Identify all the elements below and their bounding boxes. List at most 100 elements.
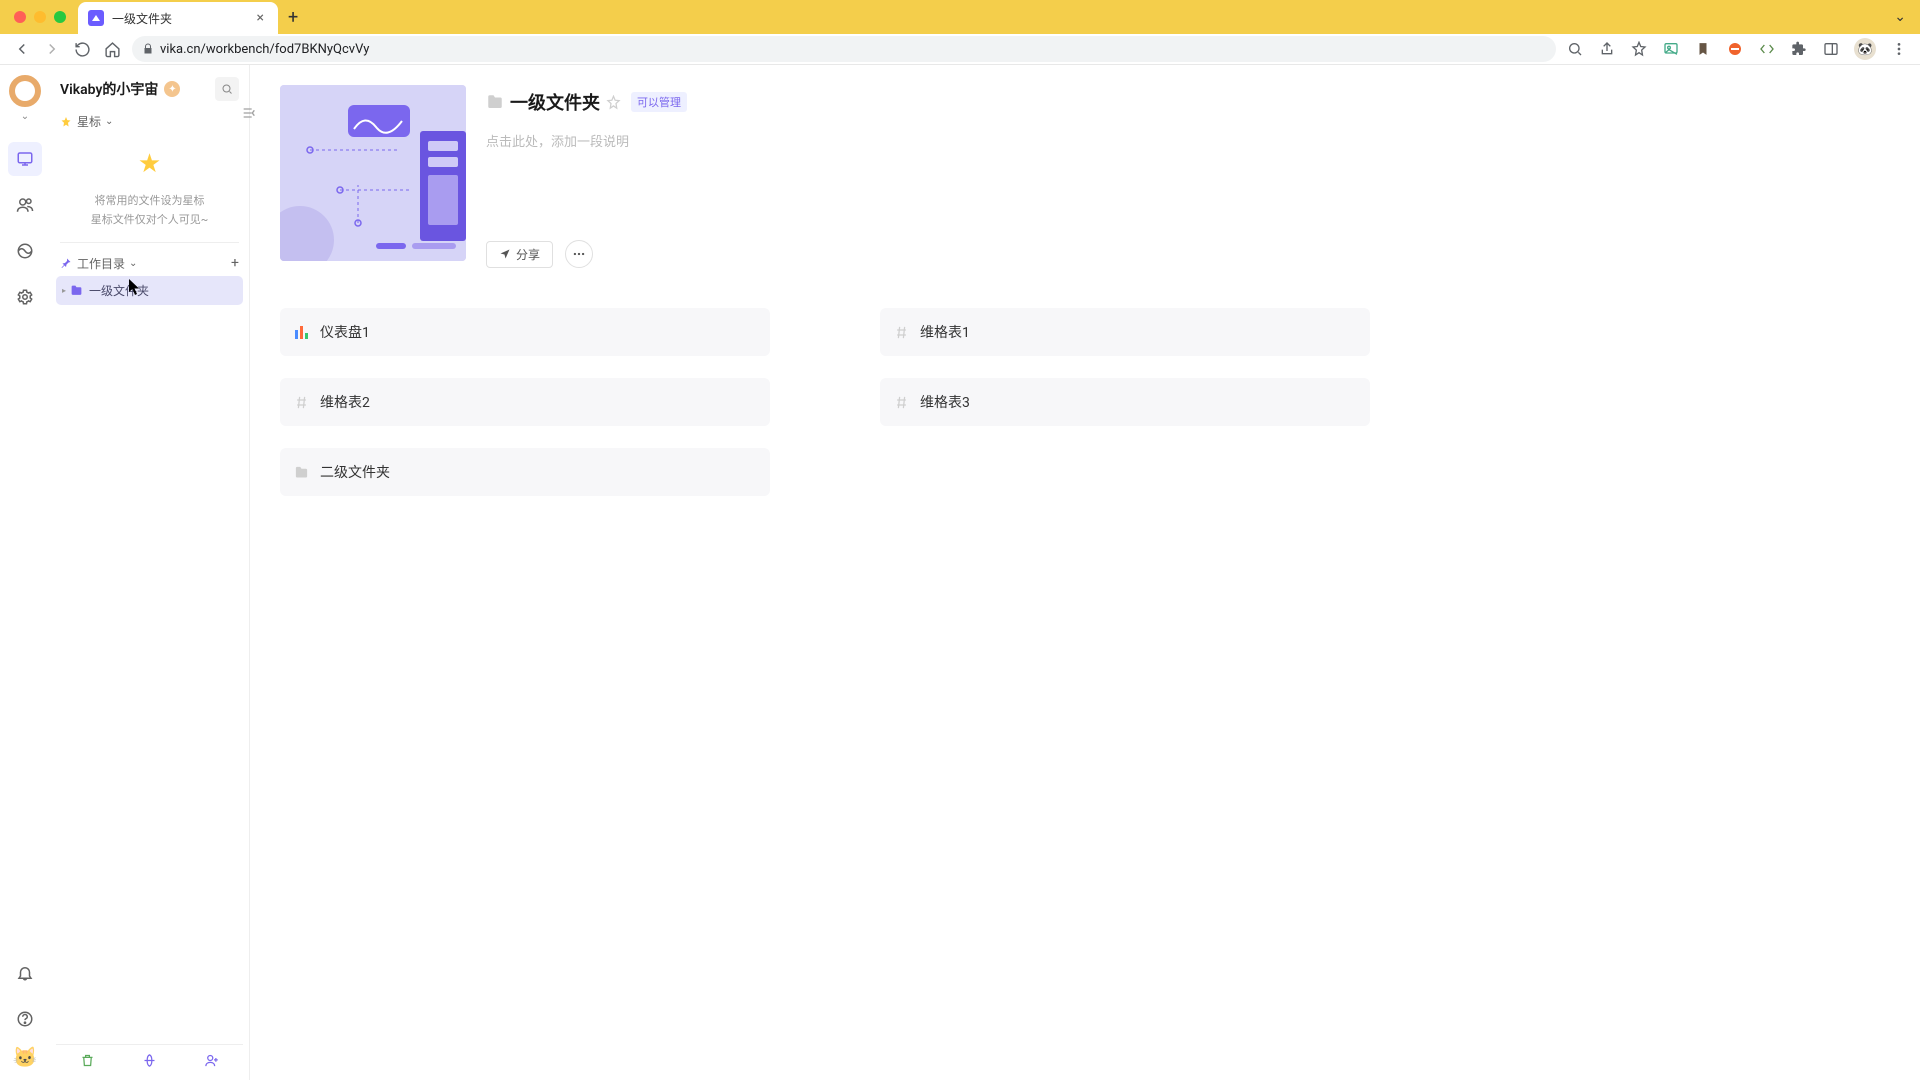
starred-section-toggle[interactable]: 星标 ⌄ bbox=[56, 109, 243, 134]
hash-icon bbox=[894, 395, 910, 410]
starred-empty-line1: 将常用的文件设为星标 bbox=[60, 192, 239, 211]
description-placeholder[interactable]: 点击此处，添加一段说明 bbox=[486, 131, 1890, 150]
share-button[interactable]: 分享 bbox=[486, 241, 553, 268]
folder-meta: 一级文件夹 可以管理 点击此处，添加一段说明 分享 bbox=[486, 85, 1890, 268]
permission-badge: 可以管理 bbox=[631, 92, 687, 112]
sidebar-footer bbox=[56, 1044, 243, 1072]
extension-code-icon[interactable] bbox=[1758, 40, 1776, 58]
workspace-switcher-chevron[interactable]: ⌄ bbox=[21, 111, 29, 122]
caret-icon: ▸ bbox=[62, 286, 66, 295]
card-label: 仪表盘1 bbox=[320, 322, 370, 342]
back-button[interactable] bbox=[12, 39, 32, 59]
main-content: 一级文件夹 可以管理 点击此处，添加一段说明 分享 bbox=[250, 65, 1920, 1080]
workspace-avatar[interactable] bbox=[9, 75, 41, 107]
card-item-datasheet[interactable]: 维格表2 bbox=[280, 378, 770, 426]
card-label: 二级文件夹 bbox=[320, 462, 390, 482]
side-panel-icon[interactable] bbox=[1822, 40, 1840, 58]
card-item-dashboard[interactable]: 仪表盘1 bbox=[280, 308, 770, 356]
tree-item-folder[interactable]: ▸ 一级文件夹 bbox=[56, 276, 243, 305]
invite-button[interactable] bbox=[192, 1053, 232, 1068]
kebab-menu-icon[interactable] bbox=[1890, 40, 1908, 58]
add-node-button[interactable]: + bbox=[231, 255, 239, 271]
workdir-label: 工作目录 bbox=[77, 255, 125, 272]
workspace-badge-icon: ✦ bbox=[164, 81, 180, 97]
chevron-down-icon: ⌄ bbox=[105, 116, 113, 127]
lock-icon bbox=[142, 43, 154, 55]
card-label: 维格表2 bbox=[320, 392, 370, 412]
rail-contacts[interactable] bbox=[8, 188, 42, 222]
rail-workbench[interactable] bbox=[8, 142, 42, 176]
page-title[interactable]: 一级文件夹 bbox=[510, 89, 600, 115]
nav-rail: ⌄ 🐱 bbox=[0, 65, 50, 1080]
rail-notifications[interactable] bbox=[8, 956, 42, 990]
bookmark-star-icon[interactable] bbox=[1630, 40, 1648, 58]
toolbar-icons: 🐼 bbox=[1566, 38, 1908, 60]
sidebar: Vikaby的小宇宙 ✦ 星标 ⌄ ★ 将常用的文件设为星标 星标文件仅对个人可… bbox=[50, 65, 250, 1080]
folder-icon bbox=[486, 93, 504, 111]
chevron-down-icon: ⌄ bbox=[129, 258, 137, 269]
share-browser-icon[interactable] bbox=[1598, 40, 1616, 58]
reload-button[interactable] bbox=[72, 39, 92, 59]
tab-strip: 一级文件夹 × + ⌄ bbox=[0, 0, 1920, 34]
sidebar-search-button[interactable] bbox=[215, 77, 239, 101]
card-label: 维格表1 bbox=[920, 322, 970, 342]
folder-header: 一级文件夹 可以管理 点击此处，添加一段说明 分享 bbox=[280, 85, 1890, 268]
sidebar-collapse-button[interactable] bbox=[239, 103, 259, 123]
url-text: vika.cn/workbench/fod7BKNyQcvVy bbox=[160, 42, 369, 57]
rail-mascot-icon: 🐱 bbox=[10, 1042, 40, 1072]
minimize-window-button[interactable] bbox=[34, 11, 46, 23]
folder-cover[interactable] bbox=[280, 85, 466, 261]
browser-chrome: 一级文件夹 × + ⌄ vika.cn/workbench/fod7BKNyQc… bbox=[0, 0, 1920, 65]
dashboard-icon bbox=[294, 324, 310, 340]
star-toggle-button[interactable] bbox=[606, 95, 621, 110]
pin-icon bbox=[60, 257, 72, 269]
browser-tab[interactable]: 一级文件夹 × bbox=[78, 2, 278, 34]
forward-button[interactable] bbox=[42, 39, 62, 59]
address-bar: vika.cn/workbench/fod7BKNyQcvVy 🐼 bbox=[0, 34, 1920, 65]
starred-empty: ★ 将常用的文件设为星标 星标文件仅对个人可见~ bbox=[60, 134, 239, 243]
card-label: 维格表3 bbox=[920, 392, 970, 412]
theme-button[interactable] bbox=[129, 1053, 169, 1068]
home-button[interactable] bbox=[102, 39, 122, 59]
header-actions: 分享 bbox=[486, 240, 1890, 268]
hash-icon bbox=[294, 395, 310, 410]
close-window-button[interactable] bbox=[14, 11, 26, 23]
starred-empty-line2: 星标文件仅对个人可见~ bbox=[60, 211, 239, 230]
tabs-overflow-button[interactable]: ⌄ bbox=[1894, 9, 1912, 25]
folder-icon bbox=[294, 465, 310, 480]
workdir-section-toggle[interactable]: 工作目录 ⌄ + bbox=[56, 251, 243, 276]
maximize-window-button[interactable] bbox=[54, 11, 66, 23]
extension-bookmark-icon[interactable] bbox=[1694, 40, 1712, 58]
tab-favicon bbox=[88, 10, 104, 26]
title-row: 一级文件夹 可以管理 bbox=[486, 89, 1890, 115]
card-item-datasheet[interactable]: 维格表1 bbox=[880, 308, 1370, 356]
trash-button[interactable] bbox=[67, 1053, 107, 1068]
rail-help[interactable] bbox=[8, 1002, 42, 1036]
card-item-subfolder[interactable]: 二级文件夹 bbox=[280, 448, 770, 496]
extension-picture-icon[interactable] bbox=[1662, 40, 1680, 58]
profile-avatar[interactable]: 🐼 bbox=[1854, 38, 1876, 60]
more-button[interactable] bbox=[565, 240, 593, 268]
card-item-datasheet[interactable]: 维格表3 bbox=[880, 378, 1370, 426]
tab-title: 一级文件夹 bbox=[112, 10, 253, 27]
star-icon bbox=[60, 116, 72, 128]
app-root: ⌄ 🐱 Vikaby的小宇宙 ✦ bbox=[0, 65, 1920, 1080]
url-box[interactable]: vika.cn/workbench/fod7BKNyQcvVy bbox=[132, 36, 1556, 62]
tree-item-label: 一级文件夹 bbox=[89, 282, 149, 299]
window-controls bbox=[8, 11, 66, 23]
workspace-name: Vikaby的小宇宙 bbox=[60, 79, 158, 99]
search-icon[interactable] bbox=[1566, 40, 1584, 58]
tab-close-button[interactable]: × bbox=[253, 10, 268, 26]
extension-block-icon[interactable] bbox=[1726, 40, 1744, 58]
workspace-header[interactable]: Vikaby的小宇宙 ✦ bbox=[56, 73, 243, 109]
star-big-icon: ★ bbox=[60, 142, 239, 186]
folder-icon bbox=[70, 284, 83, 297]
rail-templates[interactable] bbox=[8, 234, 42, 268]
new-tab-button[interactable]: + bbox=[288, 7, 298, 28]
rail-settings[interactable] bbox=[8, 280, 42, 314]
share-label: 分享 bbox=[516, 246, 540, 263]
hash-icon bbox=[894, 325, 910, 340]
starred-label: 星标 bbox=[77, 113, 101, 130]
content-grid: 仪表盘1 维格表1 维格表2 维格表3 bbox=[280, 308, 1370, 496]
extensions-button[interactable] bbox=[1790, 40, 1808, 58]
